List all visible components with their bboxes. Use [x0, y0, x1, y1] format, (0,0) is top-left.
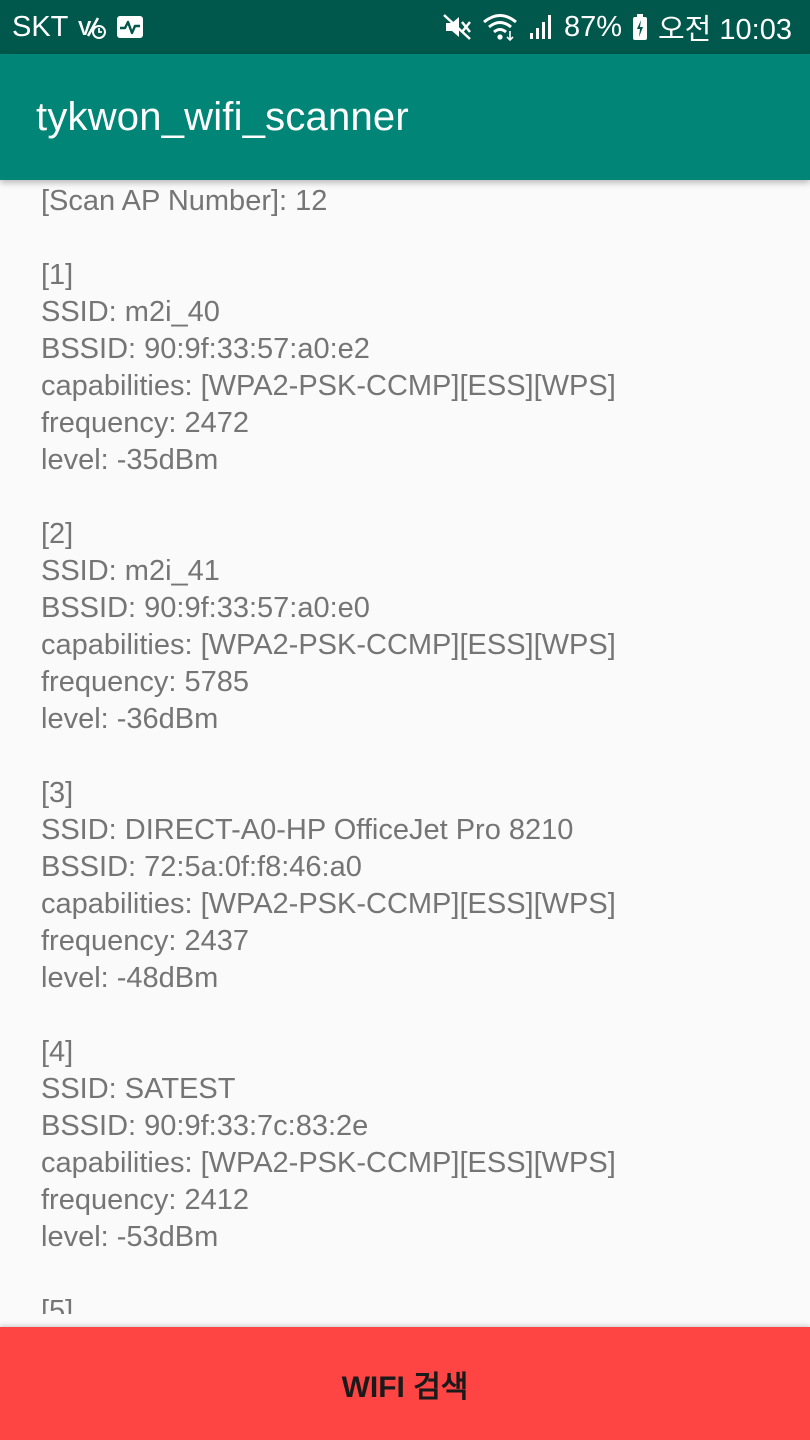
- app-title: tykwon_wifi_scanner: [36, 94, 409, 139]
- carrier-label: SKT: [12, 10, 69, 43]
- mute-icon: [442, 13, 472, 41]
- svg-text:V: V: [78, 18, 92, 40]
- wifi-scan-button[interactable]: WIFI 검색: [0, 1327, 810, 1440]
- status-bar-right: 87% 오전 10:03: [442, 6, 792, 48]
- activity-icon: [116, 14, 144, 40]
- wifi-icon: [482, 13, 518, 41]
- battery-percent: 87%: [563, 10, 622, 43]
- clock: 오전 10:03: [658, 14, 792, 46]
- status-bar-left: SKT V: [12, 11, 144, 44]
- volte-icon: V: [78, 14, 107, 40]
- status-bar: SKT V 87% 오전 10:03: [0, 0, 810, 54]
- scan-results-scroll[interactable]: [Scan AP Number]: 12 [1] SSID: m2i_40 BS…: [0, 180, 810, 1314]
- app-bar: tykwon_wifi_scanner: [0, 54, 810, 180]
- battery-charging-icon: [632, 13, 648, 41]
- signal-icon: [528, 13, 554, 41]
- scan-results-text: [Scan AP Number]: 12 [1] SSID: m2i_40 BS…: [41, 185, 616, 1314]
